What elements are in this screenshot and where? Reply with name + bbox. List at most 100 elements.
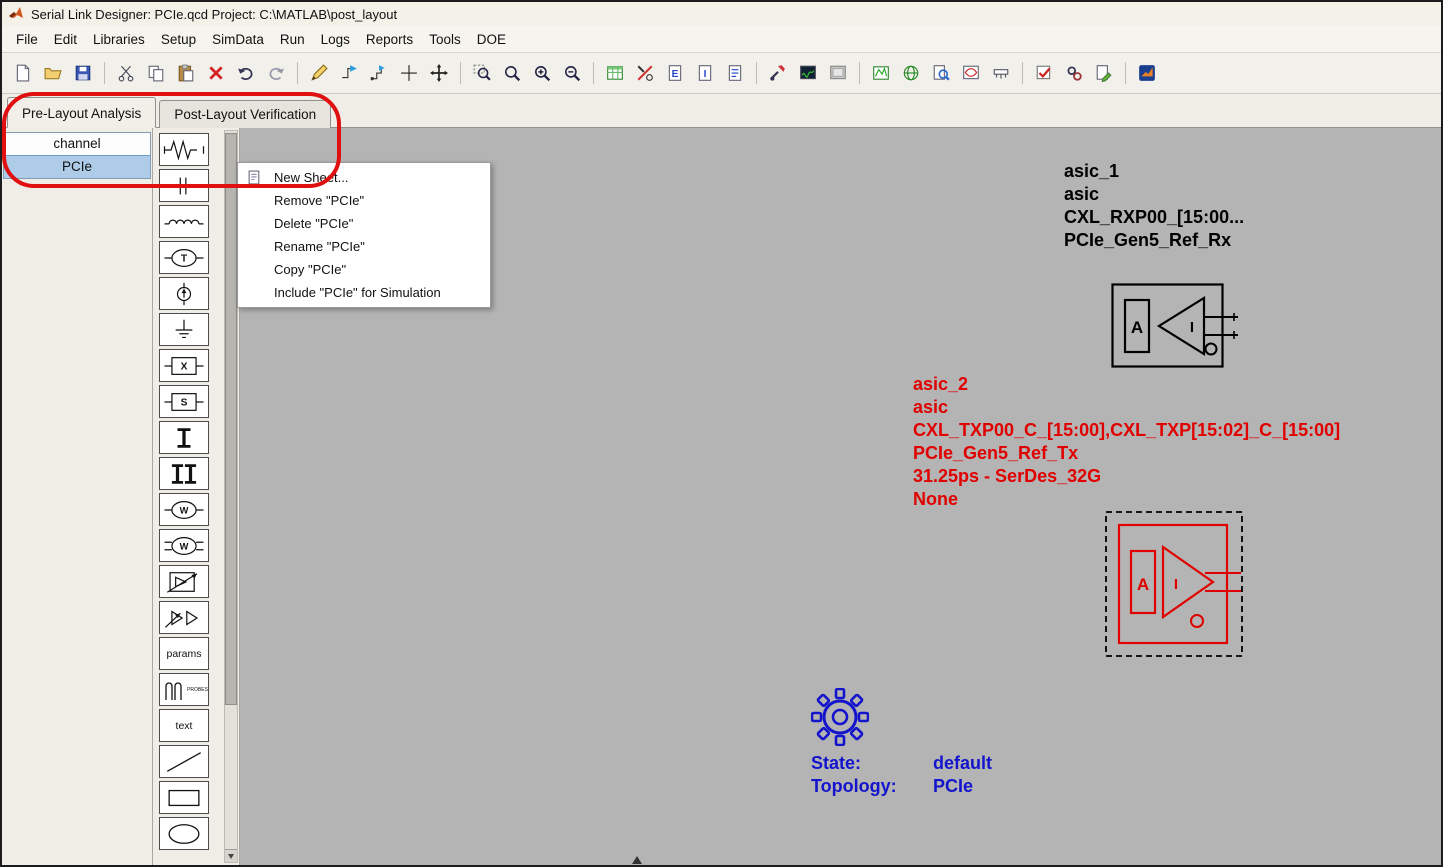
palette-text-button[interactable]: text xyxy=(159,709,209,742)
layout-tab-bar: Pre-Layout Analysis Post-Layout Verifica… xyxy=(2,94,1441,128)
context-remove-pcie-label: Remove "PCIe" xyxy=(274,193,365,208)
palette-s-block-button[interactable]: S xyxy=(159,385,209,418)
draw-wire-button[interactable] xyxy=(305,59,333,87)
rx-symbol[interactable]: A I xyxy=(1111,283,1241,378)
measurements-button[interactable] xyxy=(987,59,1015,87)
sheet-item-pcie[interactable]: PCIe xyxy=(4,155,150,178)
menu-libraries[interactable]: Libraries xyxy=(85,29,153,50)
crosshair-button[interactable] xyxy=(395,59,423,87)
palette-probes-button[interactable]: PROBES xyxy=(159,673,209,706)
probe-setup-button[interactable] xyxy=(631,59,659,87)
palette-x-block-button[interactable]: X xyxy=(159,349,209,382)
save-project-button[interactable] xyxy=(69,59,97,87)
tab-post-layout-verification[interactable]: Post-Layout Verification xyxy=(159,100,332,128)
palette-transmission-line-button[interactable] xyxy=(159,421,209,454)
new-sheet-menu-icon xyxy=(248,170,260,185)
palette-ibis-buffer-button[interactable] xyxy=(159,565,209,598)
palette-scroll-down-button[interactable] xyxy=(225,849,237,862)
palette-ellipse-button[interactable] xyxy=(159,817,209,850)
sheet-item-channel[interactable]: channel xyxy=(4,133,150,155)
netlist-button[interactable] xyxy=(721,59,749,87)
connect-net-button[interactable] xyxy=(335,59,363,87)
zoom-area-button[interactable] xyxy=(468,59,496,87)
tab-pre-layout-analysis[interactable]: Pre-Layout Analysis xyxy=(7,97,157,128)
differential-buffer-icon xyxy=(165,609,199,628)
redo-button[interactable] xyxy=(262,59,290,87)
toolbar-separator xyxy=(859,62,860,84)
zoom-out-button[interactable] xyxy=(558,59,586,87)
move-button[interactable] xyxy=(425,59,453,87)
context-rename-pcie[interactable]: Rename "PCIe" xyxy=(238,235,490,258)
palette-line-button[interactable] xyxy=(159,745,209,778)
menu-reports[interactable]: Reports xyxy=(358,29,421,50)
menu-file[interactable]: File xyxy=(8,29,46,50)
inspect-sheet-button[interactable] xyxy=(927,59,955,87)
palette-coupled-w-element-button[interactable]: W xyxy=(159,529,209,562)
sheet-info-button[interactable]: I xyxy=(691,59,719,87)
menu-edit[interactable]: Edit xyxy=(46,29,85,50)
context-new-sheet[interactable]: New Sheet... xyxy=(238,166,490,189)
transfer-data-button[interactable] xyxy=(824,59,852,87)
svg-text:A: A xyxy=(1137,575,1149,594)
palette-w-element-button[interactable]: W xyxy=(159,493,209,526)
sim-results-button[interactable] xyxy=(794,59,822,87)
scroll-indicator-icon[interactable] xyxy=(632,856,642,864)
palette-scrollbar[interactable] xyxy=(224,130,238,863)
menu-simdata[interactable]: SimData xyxy=(204,29,272,50)
matlab-app-icon xyxy=(9,7,23,18)
palette-t-element-button[interactable]: T xyxy=(159,241,209,274)
reroute-net-button[interactable] xyxy=(365,59,393,87)
palette-rectangle-button[interactable] xyxy=(159,781,209,814)
context-rename-pcie-label: Rename "PCIe" xyxy=(274,239,365,254)
run-manager-button[interactable] xyxy=(1060,59,1088,87)
export-spreadsheet-button[interactable] xyxy=(601,59,629,87)
palette-capacitor-button[interactable] xyxy=(159,169,209,202)
zoom-in-button[interactable] xyxy=(528,59,556,87)
tx-designator-label[interactable]: asic_2 asic CXL_TXP00_C_[15:00],CXL_TXP[… xyxy=(913,373,1340,511)
copy-button[interactable] xyxy=(142,59,170,87)
context-remove-pcie[interactable]: Remove "PCIe" xyxy=(238,189,490,212)
palette-scrollbar-thumb[interactable] xyxy=(225,133,237,706)
menu-run[interactable]: Run xyxy=(272,29,313,50)
palette-params-button[interactable]: params xyxy=(159,637,209,670)
title-bar[interactable]: Serial Link Designer: PCIe.qcd Project: … xyxy=(2,2,1441,26)
sheet-list-panel: channel PCIe xyxy=(2,128,153,865)
validate-button[interactable] xyxy=(1030,59,1058,87)
edit-settings-button[interactable] xyxy=(1090,59,1118,87)
tx-instance-name: asic_2 xyxy=(913,374,969,394)
new-sheet-button[interactable] xyxy=(9,59,37,87)
undo-button[interactable] xyxy=(232,59,260,87)
zoom-fit-button[interactable] xyxy=(498,59,526,87)
menu-setup[interactable]: Setup xyxy=(153,29,204,50)
context-include-pcie-simulation[interactable]: Include "PCIe" for Simulation xyxy=(238,281,490,304)
context-delete-pcie[interactable]: Delete "PCIe" xyxy=(238,212,490,235)
open-project-button[interactable] xyxy=(39,59,67,87)
simulate-button[interactable] xyxy=(764,59,792,87)
state-topology-block[interactable]: State: default Topology: PCIe xyxy=(811,752,992,798)
paste-button[interactable] xyxy=(172,59,200,87)
checkbox-icon xyxy=(1036,65,1051,80)
sheet-properties-button[interactable]: E xyxy=(661,59,689,87)
matlab-button[interactable] xyxy=(1133,59,1161,87)
s-block-icon: S xyxy=(164,392,204,411)
state-gear-icon[interactable] xyxy=(810,687,870,751)
delete-button[interactable] xyxy=(202,59,230,87)
cut-button[interactable] xyxy=(112,59,140,87)
menu-logs[interactable]: Logs xyxy=(313,29,358,50)
menu-doe[interactable]: DOE xyxy=(469,29,514,50)
svg-text:T: T xyxy=(181,253,188,264)
palette-inductor-button[interactable] xyxy=(159,205,209,238)
eye-diagram-button[interactable] xyxy=(957,59,985,87)
palette-probe-button[interactable] xyxy=(159,277,209,310)
waveform-viewer-button[interactable] xyxy=(867,59,895,87)
palette-differential-buffer-button[interactable] xyxy=(159,601,209,634)
web-report-button[interactable] xyxy=(897,59,925,87)
transmission-line-icon xyxy=(177,427,191,448)
palette-coupled-line-button[interactable] xyxy=(159,457,209,490)
menu-tools[interactable]: Tools xyxy=(421,29,469,50)
palette-ground-button[interactable] xyxy=(159,313,209,346)
palette-resistor-button[interactable] xyxy=(159,133,209,166)
rx-designator-label[interactable]: asic_1 asic CXL_RXP00_[15:00... PCIe_Gen… xyxy=(1064,160,1244,252)
tx-symbol-selected[interactable]: A I xyxy=(1105,511,1243,662)
context-copy-pcie[interactable]: Copy "PCIe" xyxy=(238,258,490,281)
